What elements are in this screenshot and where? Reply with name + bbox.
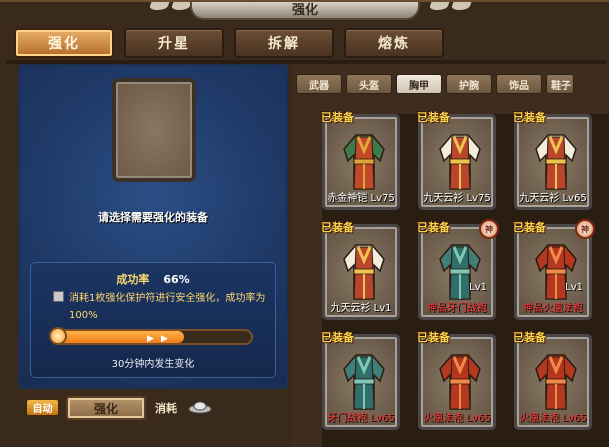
enhance-panel: 请选择需要强化的装备 成功率 66% 消耗1枚强化保护符进行安全强化，成功率为10… — [18, 64, 288, 389]
equipment-item[interactable]: 已装备赤金神铠 Lv75 — [321, 111, 400, 210]
subtab-weapon[interactable]: 武器 — [296, 74, 342, 94]
equipment-sub-tabs: 武器 头盔 胸甲 护腕 饰品 鞋子 — [296, 74, 574, 94]
robe-icon — [439, 134, 481, 190]
equipment-panel: 武器 头盔 胸甲 护腕 饰品 鞋子 已装备 赤金神铠 Lv75 已装备 九天云衫 Lv… — [292, 64, 609, 447]
silver-ingot-icon — [188, 401, 212, 414]
equipped-badge: 已装备 — [513, 111, 546, 124]
subtab-bracer[interactable]: 护腕 — [446, 74, 492, 94]
item-level: Lv1 — [469, 282, 487, 293]
robe-icon — [343, 354, 385, 410]
item-name: 火凰法袍 Lv65 — [519, 413, 587, 424]
tab-enhance[interactable]: 强化 — [14, 28, 114, 58]
subtab-accessory[interactable]: 饰品 — [496, 74, 542, 94]
equipped-badge: 已装备 — [513, 331, 546, 344]
item-name: 火凰法袍 Lv65 — [423, 413, 491, 424]
equipment-slot[interactable] — [112, 78, 196, 182]
item-name: 神品火凰法袍 — [523, 303, 583, 314]
item-name: 牙门战袍 Lv65 — [327, 413, 395, 424]
tab-disassemble[interactable]: 拆解 — [234, 28, 334, 58]
decor-spike — [148, 2, 170, 10]
arrow-icon: ▶ — [161, 334, 168, 344]
item-name: 九天云衫 Lv1 — [330, 303, 392, 314]
equipment-item[interactable]: 已装备 神 Lv1 神品火凰法袍 — [513, 219, 595, 320]
item-level: Lv1 — [565, 282, 583, 293]
decor-spike — [450, 2, 472, 10]
item-name: 九天云衫 Lv65 — [519, 193, 587, 204]
divine-quality-icon: 神 — [479, 219, 499, 239]
equipped-badge: 已装备 — [321, 331, 354, 344]
robe-icon — [535, 134, 577, 190]
equipped-badge: 已装备 — [321, 111, 354, 124]
equipped-badge: 已装备 — [417, 111, 450, 124]
subtab-shoes[interactable]: 鞋子 — [546, 74, 574, 94]
tab-star-up[interactable]: 升星 — [124, 28, 224, 58]
tab-smelt[interactable]: 熔炼 — [344, 28, 444, 58]
equipment-item[interactable]: 已装备火凰法袍 Lv65 — [417, 331, 496, 430]
equipped-badge: 已装备 — [321, 221, 354, 234]
equipment-item[interactable]: 已装备 神 Lv1 神品牙门战袍 — [417, 219, 499, 320]
robe-icon — [439, 354, 481, 410]
equipment-item[interactable]: 已装备九天云衫 Lv1 — [321, 221, 400, 320]
auto-button[interactable]: 自动 — [26, 399, 59, 416]
equipped-badge: 已装备 — [513, 221, 546, 234]
equipment-item[interactable]: 已装备牙门战袍 Lv65 — [321, 331, 400, 430]
item-name: 九天云衫 Lv75 — [423, 193, 491, 204]
window-title-plate: 强化 — [190, 2, 420, 20]
equipment-item[interactable]: 已装备九天云衫 Lv75 — [417, 111, 496, 210]
progress-bar: ▶ ▶ — [53, 329, 253, 345]
robe-icon — [535, 354, 577, 410]
decor-spike — [428, 2, 450, 10]
protect-checkbox[interactable] — [53, 291, 64, 302]
decor-spike — [170, 2, 192, 10]
success-rate-value: 66% — [163, 273, 190, 286]
success-rate-box: 成功率 66% 消耗1枚强化保护符进行安全强化，成功率为100% ▶ ▶ 30分钟… — [30, 262, 276, 378]
robe-icon — [343, 244, 385, 300]
divine-quality-icon: 神 — [575, 219, 595, 239]
success-rate-row: 成功率 66% — [31, 271, 275, 287]
success-rate-label: 成功率 — [116, 273, 150, 286]
select-prompt: 请选择需要强化的装备 — [98, 211, 208, 224]
main-tabs: 强化 升星 拆解 熔炼 — [14, 28, 444, 58]
window-title: 强化 — [291, 3, 318, 18]
game-window: 强化 强化 升星 拆解 熔炼 请选择需要强化的装备 成功率 66% 消耗1枚强化保… — [0, 0, 609, 447]
change-time-text: 30分钟内发生变化 — [111, 359, 195, 370]
enhance-button[interactable]: 强化 — [66, 396, 146, 420]
subtab-chest[interactable]: 胸甲 — [396, 74, 442, 94]
arrow-icon: ▶ — [147, 334, 154, 344]
progress-knob-icon — [49, 327, 67, 345]
subtab-helmet[interactable]: 头盔 — [346, 74, 392, 94]
item-name: 神品牙门战袍 — [427, 303, 487, 314]
equipment-grid: 已装备 赤金神铠 Lv75 已装备 九天云衫 Lv75 已装备 九天云衫 Lv65 已装备九… — [321, 111, 609, 447]
robe-icon — [343, 134, 385, 190]
protect-option-text: 消耗1枚强化保护符进行安全强化，成功率为100% — [69, 293, 266, 321]
cost-label: 消耗 — [155, 402, 177, 415]
equipped-badge: 已装备 — [417, 331, 450, 344]
equipped-badge: 已装备 — [417, 221, 450, 234]
equipment-item[interactable]: 已装备九天云衫 Lv65 — [513, 111, 592, 210]
item-name: 赤金神铠 Lv75 — [327, 193, 395, 204]
equipment-item[interactable]: 已装备火凰法袍 Lv65 — [513, 331, 592, 430]
